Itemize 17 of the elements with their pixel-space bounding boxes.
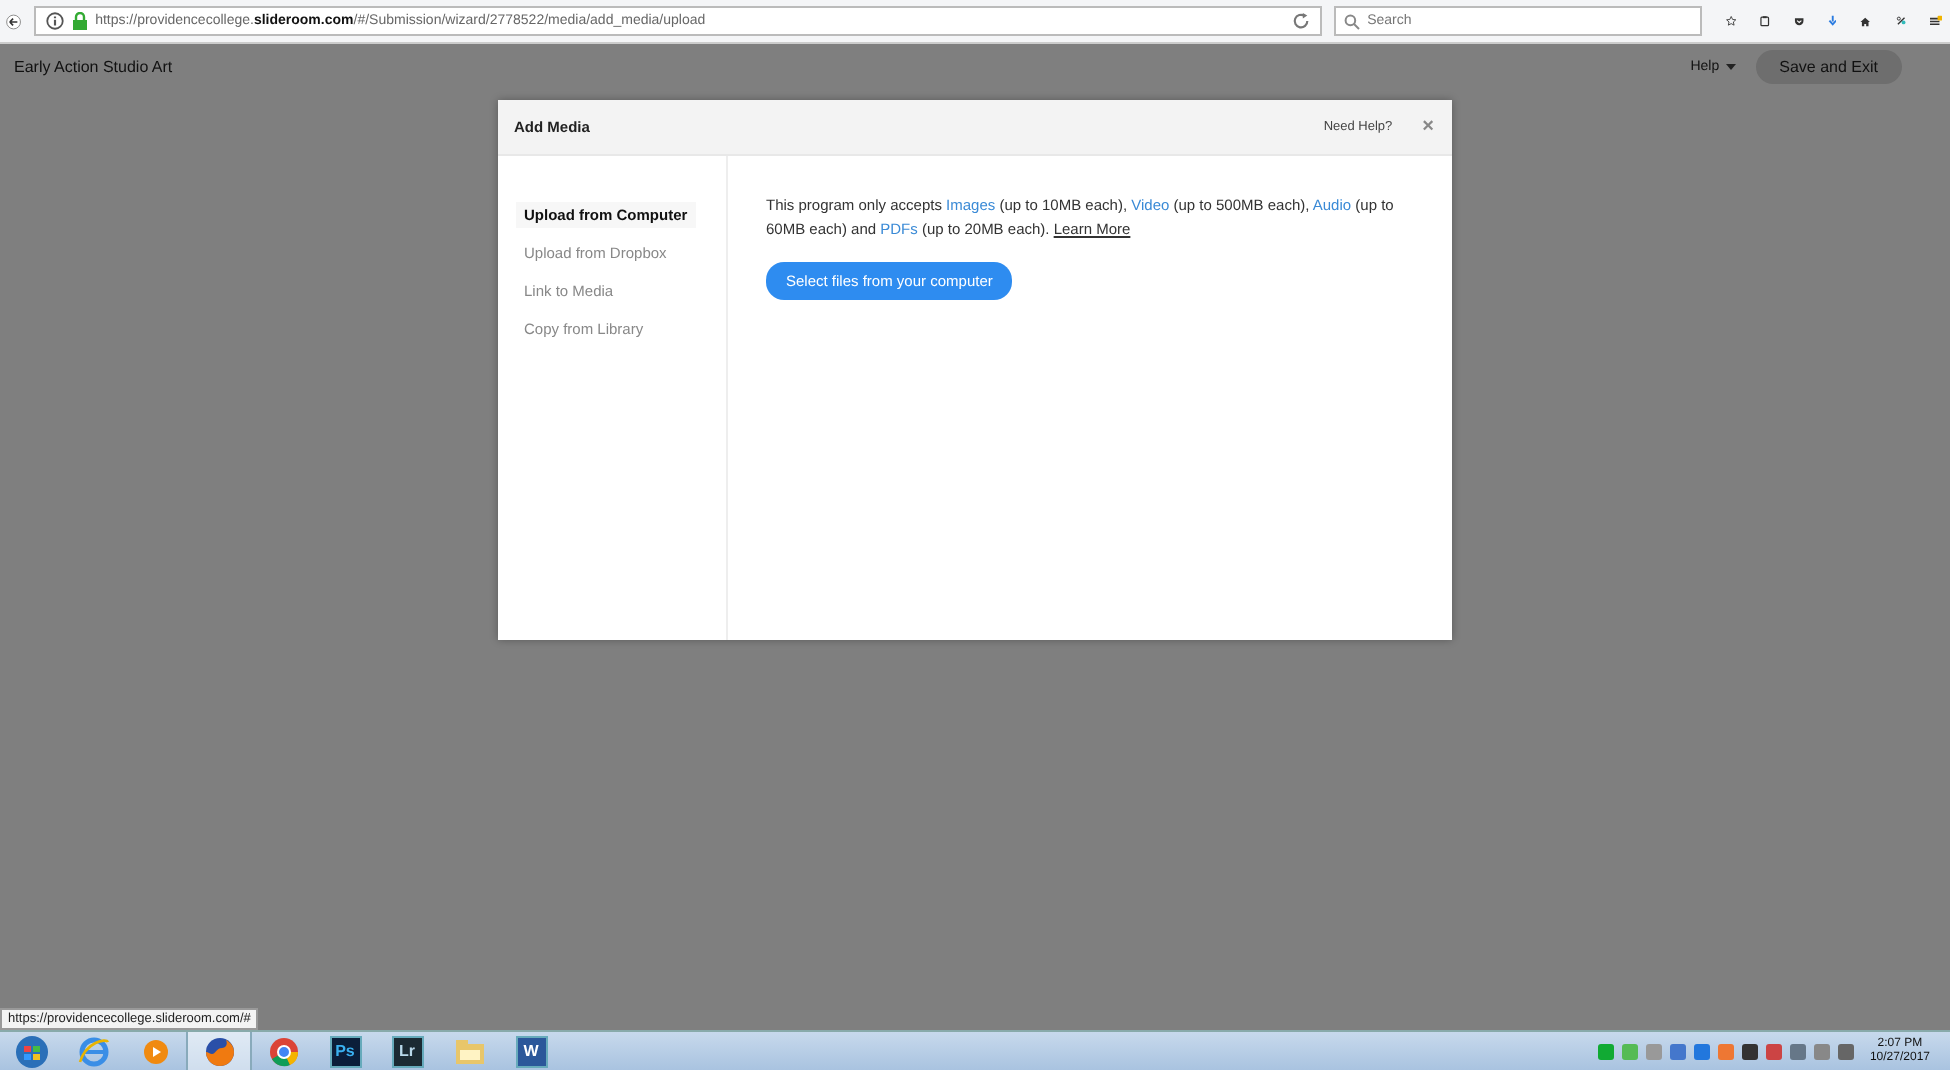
start-icon[interactable] bbox=[11, 1033, 51, 1069]
caret-icon bbox=[1725, 63, 1736, 69]
photo-editor-icon[interactable]: Ps bbox=[329, 1035, 361, 1067]
lock-icon bbox=[71, 12, 88, 30]
save-and-exit-button[interactable]: Save and Exit bbox=[1755, 49, 1902, 83]
taskbar-button[interactable]: Lr bbox=[376, 1032, 438, 1070]
word-icon[interactable]: W bbox=[515, 1035, 547, 1067]
taskbar-button[interactable]: W bbox=[500, 1032, 562, 1070]
reload-icon[interactable] bbox=[1291, 12, 1310, 30]
info-icon[interactable] bbox=[45, 12, 64, 30]
taskbar-button[interactable]: Ps bbox=[314, 1032, 376, 1070]
clipboard-icon[interactable] bbox=[1759, 10, 1769, 32]
star-icon[interactable] bbox=[1725, 10, 1736, 32]
close-button[interactable]: × bbox=[1422, 117, 1434, 137]
page-title: Early Action Studio Art bbox=[14, 57, 175, 75]
taskbar-button[interactable] bbox=[186, 1032, 252, 1070]
photo-library-icon[interactable]: Lr bbox=[391, 1035, 423, 1067]
